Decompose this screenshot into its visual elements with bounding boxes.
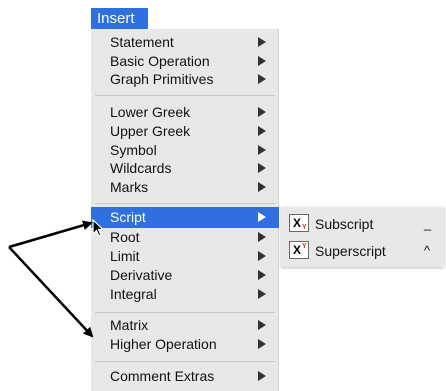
annotation-arrows <box>8 220 94 338</box>
arrow-to-script <box>8 220 93 249</box>
arrow-to-higher-operation <box>8 246 94 338</box>
